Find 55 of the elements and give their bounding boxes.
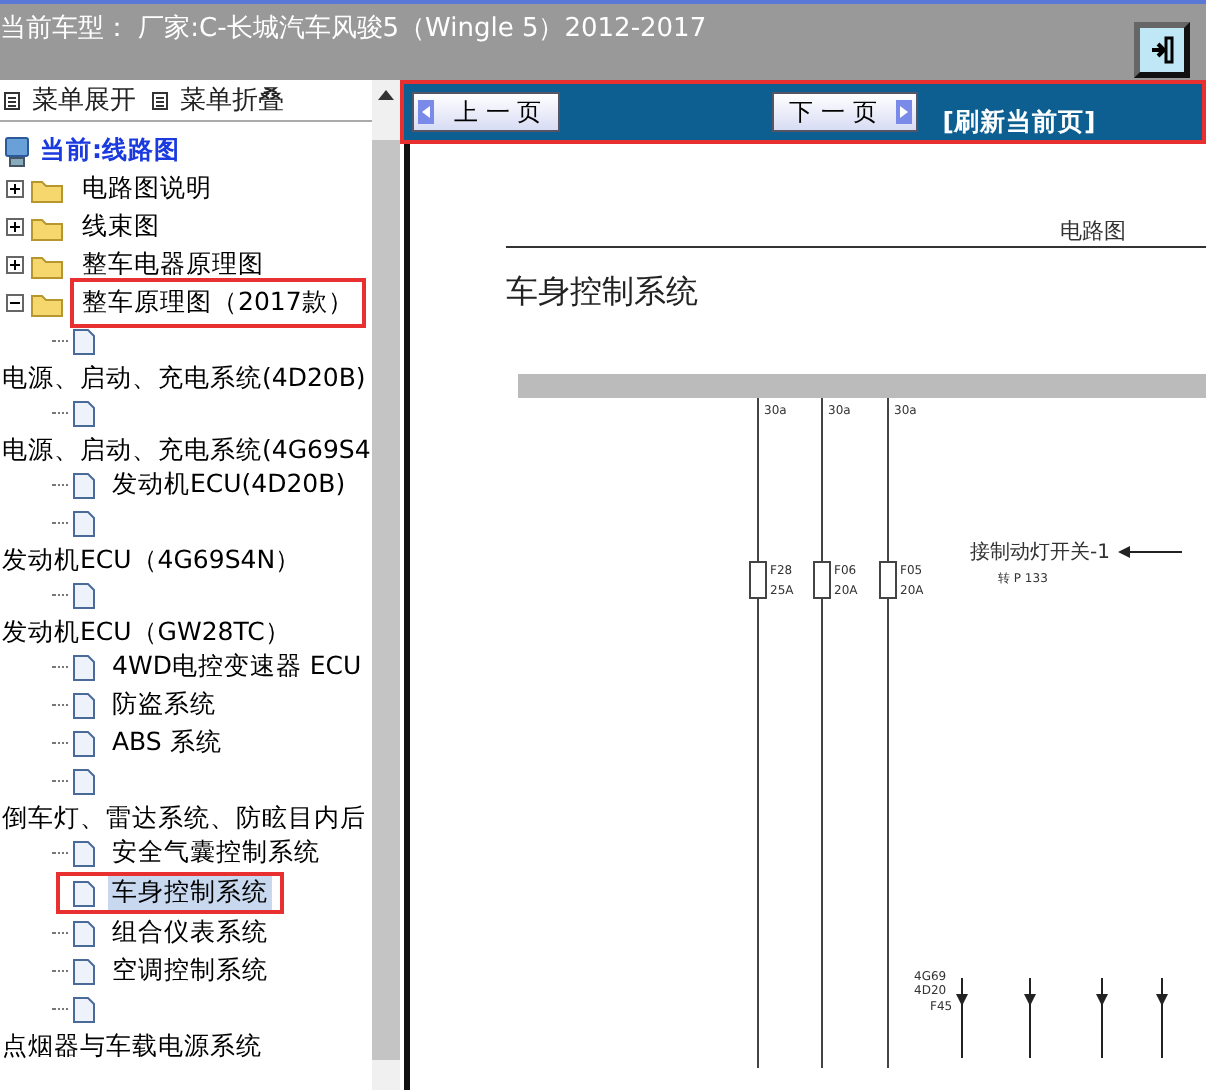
- tree-item[interactable]: 组合仪表系统: [52, 914, 272, 952]
- expand-icon[interactable]: [6, 180, 24, 198]
- tree-item[interactable]: 发动机ECU(4D20B): [52, 466, 350, 504]
- folder-icon: [30, 213, 64, 241]
- menu-link[interactable]: 菜单折叠: [152, 82, 284, 118]
- document-icon: [72, 509, 96, 537]
- document-icon: [72, 653, 96, 681]
- left-arrow-icon: [418, 100, 434, 124]
- tree-caption: 发动机ECU（GW28TC）: [0, 614, 293, 648]
- expand-icon[interactable]: [6, 256, 24, 274]
- tree-folder[interactable]: 整车原理图（2017款）: [70, 278, 366, 328]
- previous-page-button[interactable]: 上 一 页: [412, 92, 560, 132]
- expand-icon[interactable]: [6, 218, 24, 236]
- document-icon: [72, 919, 96, 947]
- window-title: 当前车型： 厂家:C-长城汽车风骏5（Wingle 5）2012-2017: [0, 12, 707, 46]
- document-icon: [72, 957, 96, 985]
- refresh-link[interactable]: [刷新当前页]: [942, 105, 1096, 139]
- tree-item[interactable]: ABS 系统: [52, 724, 226, 762]
- tree-item[interactable]: 防盗系统: [52, 686, 220, 724]
- document-icon: [72, 995, 96, 1023]
- document-icon: [72, 879, 96, 907]
- menu-link[interactable]: 菜单展开: [4, 82, 136, 118]
- arrow-into-box-icon: [1148, 36, 1176, 64]
- next-page-button[interactable]: 下 一 页: [771, 92, 919, 132]
- tree-caption: 倒车灯、雷达系统、防眩目内后: [0, 800, 368, 834]
- document-icon: [72, 581, 96, 609]
- right-arrow-icon: [896, 100, 913, 124]
- document-icon: [72, 327, 96, 355]
- folder-icon: [30, 175, 64, 203]
- folder-icon: [30, 251, 64, 279]
- scrollbar[interactable]: [372, 80, 400, 1090]
- tree-item[interactable]: 车身控制系统: [56, 872, 284, 914]
- tree-item[interactable]: 空调控制系统: [52, 952, 272, 990]
- document-icon: [72, 399, 96, 427]
- document-icon: [72, 729, 96, 757]
- connector-label: 接制动灯开关-1: [970, 542, 1110, 564]
- up-arrow-icon[interactable]: [378, 89, 394, 99]
- tree-item[interactable]: 安全气囊控制系统: [52, 834, 324, 872]
- folder-icon: [30, 289, 64, 317]
- tree-root-label: 当前:线路图: [40, 134, 180, 168]
- document-icon: [72, 691, 96, 719]
- tree-caption: 电源、启动、充电系统(4G69S4: [0, 432, 373, 466]
- document-icon: [72, 767, 96, 795]
- tree-caption: 点烟器与车载电源系统: [0, 1028, 264, 1062]
- tree-item[interactable]: 4WD电控变速器 ECU: [52, 648, 366, 686]
- computer-icon: [4, 135, 32, 167]
- document-title: 车身控制系统: [506, 246, 1206, 314]
- tree-caption: 电源、启动、充电系统(4D20B): [0, 360, 368, 394]
- document-icon: [72, 471, 96, 499]
- tree-caption: 发动机ECU（4G69S4N）: [0, 542, 304, 576]
- section-label: 电路图: [1060, 216, 1126, 246]
- exit-button[interactable]: [1134, 22, 1190, 78]
- collapse-icon[interactable]: [6, 294, 24, 312]
- document-icon: [72, 839, 96, 867]
- list-icon: [152, 91, 168, 109]
